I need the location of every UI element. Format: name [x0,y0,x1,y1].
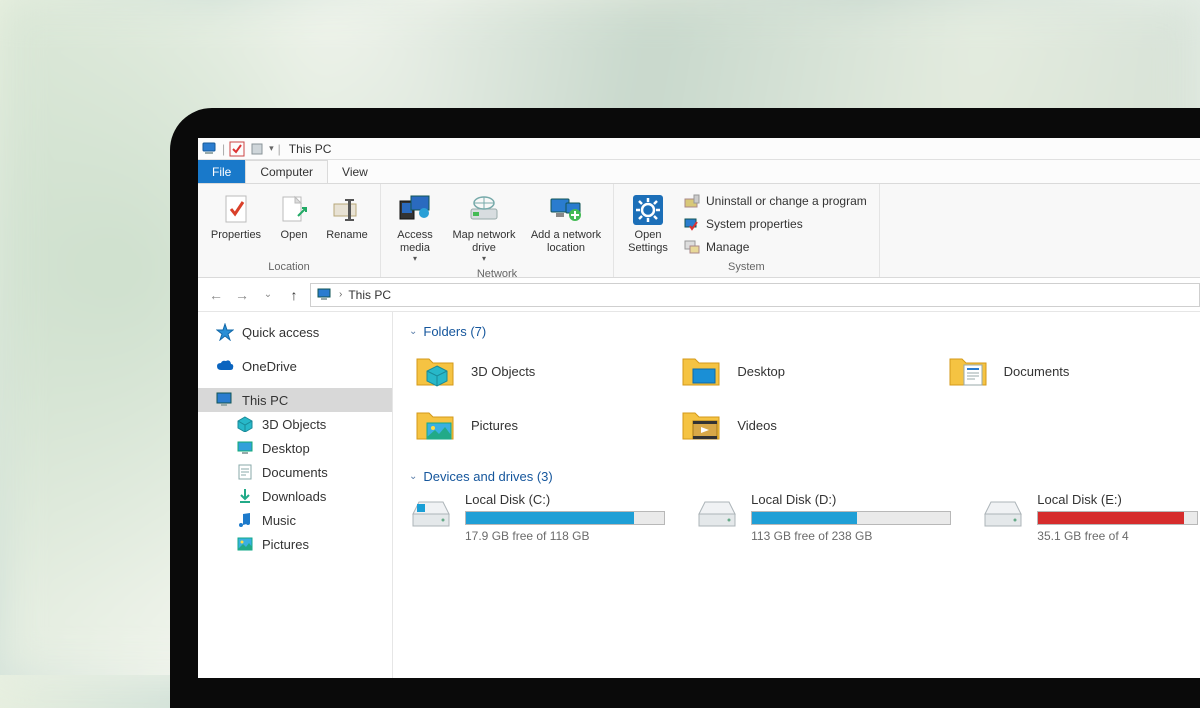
generic-toolbar-icon[interactable] [249,141,265,157]
folder-videos[interactable]: Videos [675,401,931,449]
folder-3d-objects[interactable]: 3D Objects [409,347,665,395]
cloud-icon [216,357,234,375]
uninstall-icon [684,193,700,209]
recent-locations-dropdown[interactable]: ⌄ [258,285,278,305]
forward-button[interactable]: → [232,285,252,305]
folder-desktop[interactable]: Desktop [675,347,931,395]
open-folder-icon [277,193,311,227]
tab-file[interactable]: File [198,160,245,183]
gear-icon [631,193,665,227]
ribbon-tabs: File Computer View [198,160,1200,184]
ribbon-group-label: Location [204,259,374,277]
system-properties-button[interactable]: System properties [678,213,873,235]
drive-d[interactable]: Local Disk (D:) 113 GB free of 238 GB [695,492,951,543]
folder-documents-icon [948,351,992,391]
breadcrumb-chevron-icon[interactable]: › [339,289,342,300]
nav-pictures[interactable]: Pictures [198,532,392,556]
desktop-icon [236,439,254,457]
drive-c[interactable]: Local Disk (C:) 17.9 GB free of 118 GB [409,492,665,543]
folder-videos-icon [681,405,725,445]
chevron-down-icon: ▾ [413,254,417,263]
drives-row: Local Disk (C:) 17.9 GB free of 118 GB L… [403,492,1198,543]
nav-downloads[interactable]: Downloads [198,484,392,508]
window-title: This PC [289,142,332,156]
media-devices-icon [398,193,432,227]
back-button[interactable]: ← [206,285,226,305]
qat-dropdown-icon[interactable]: ▾ [269,143,274,154]
add-network-location-button[interactable]: Add a network location [525,190,607,257]
titlebar-separator: | [222,142,225,156]
star-icon [216,323,234,341]
pictures-icon [236,535,254,553]
chevron-down-icon: ⌄ [409,326,417,337]
open-settings-button[interactable]: Open Settings [620,190,676,257]
downloads-icon [236,487,254,505]
usage-bar [751,511,951,525]
address-bar[interactable]: › This PC [310,283,1200,307]
nav-documents[interactable]: Documents [198,460,392,484]
usage-bar [1037,511,1198,525]
navigation-bar: ← → ⌄ ↑ › This PC [198,278,1200,312]
this-pc-icon [202,141,218,157]
folders-grid: 3D Objects Desktop Documents [403,347,1198,449]
file-explorer-window: | ▾ | This PC File Computer View Propert… [198,138,1200,678]
map-network-drive-button[interactable]: Map network drive ▾ [445,190,523,266]
rename-button[interactable]: Rename [320,190,374,245]
folder-desktop-icon [681,351,725,391]
properties-button[interactable]: Properties [204,190,268,245]
titlebar-separator: | [278,142,281,156]
drive-e[interactable]: Local Disk (E:) 35.1 GB free of 4 [981,492,1198,543]
hdd-icon [695,492,739,532]
ribbon-group-location: Properties Open Rename Location [198,184,381,277]
tab-computer[interactable]: Computer [245,160,328,183]
chevron-down-icon: ⌄ [409,471,417,482]
manage-icon [684,239,700,255]
nav-onedrive[interactable]: OneDrive [198,354,392,378]
add-pc-icon [549,193,583,227]
up-button[interactable]: ↑ [284,285,304,305]
ribbon-group-network: Access media ▾ Map network drive ▾ Add a… [381,184,614,277]
rename-icon [330,193,364,227]
uninstall-program-button[interactable]: Uninstall or change a program [678,190,873,212]
ribbon: Properties Open Rename Location [198,184,1200,278]
main-area: Quick access OneDrive This PC 3D [198,312,1200,678]
documents-icon [236,463,254,481]
network-drive-icon [467,193,501,227]
music-icon [236,511,254,529]
nav-this-pc[interactable]: This PC [198,388,392,412]
titlebar: | ▾ | This PC [198,138,1200,160]
this-pc-icon [216,391,234,409]
hdd-icon [409,492,453,532]
folder-pictures[interactable]: Pictures [409,401,665,449]
navigation-pane: Quick access OneDrive This PC 3D [198,312,393,678]
content-pane: ⌄ Folders (7) 3D Objects Desktop [393,312,1200,678]
nav-music[interactable]: Music [198,508,392,532]
system-properties-icon [684,216,700,232]
manage-button[interactable]: Manage [678,236,873,258]
folder-3d-icon [415,351,459,391]
folder-documents[interactable]: Documents [942,347,1198,395]
nav-desktop[interactable]: Desktop [198,436,392,460]
tab-view[interactable]: View [328,160,382,183]
this-pc-icon [317,287,333,303]
section-folders-header[interactable]: ⌄ Folders (7) [403,320,1198,347]
ribbon-group-label: System [620,259,873,277]
hdd-icon [981,492,1025,532]
chevron-down-icon: ▾ [482,254,486,263]
checkmark-page-icon [219,193,253,227]
cube3d-icon [236,415,254,433]
nav-quick-access[interactable]: Quick access [198,320,392,344]
ribbon-group-system: Open Settings Uninstall or change a prog… [614,184,880,277]
section-drives-header[interactable]: ⌄ Devices and drives (3) [403,465,1198,492]
access-media-button[interactable]: Access media ▾ [387,190,443,266]
properties-toggle-icon[interactable] [229,141,245,157]
breadcrumb-segment[interactable]: This PC [348,288,391,302]
nav-3d-objects[interactable]: 3D Objects [198,412,392,436]
folder-pictures-icon [415,405,459,445]
open-button[interactable]: Open [270,190,318,245]
usage-bar [465,511,665,525]
